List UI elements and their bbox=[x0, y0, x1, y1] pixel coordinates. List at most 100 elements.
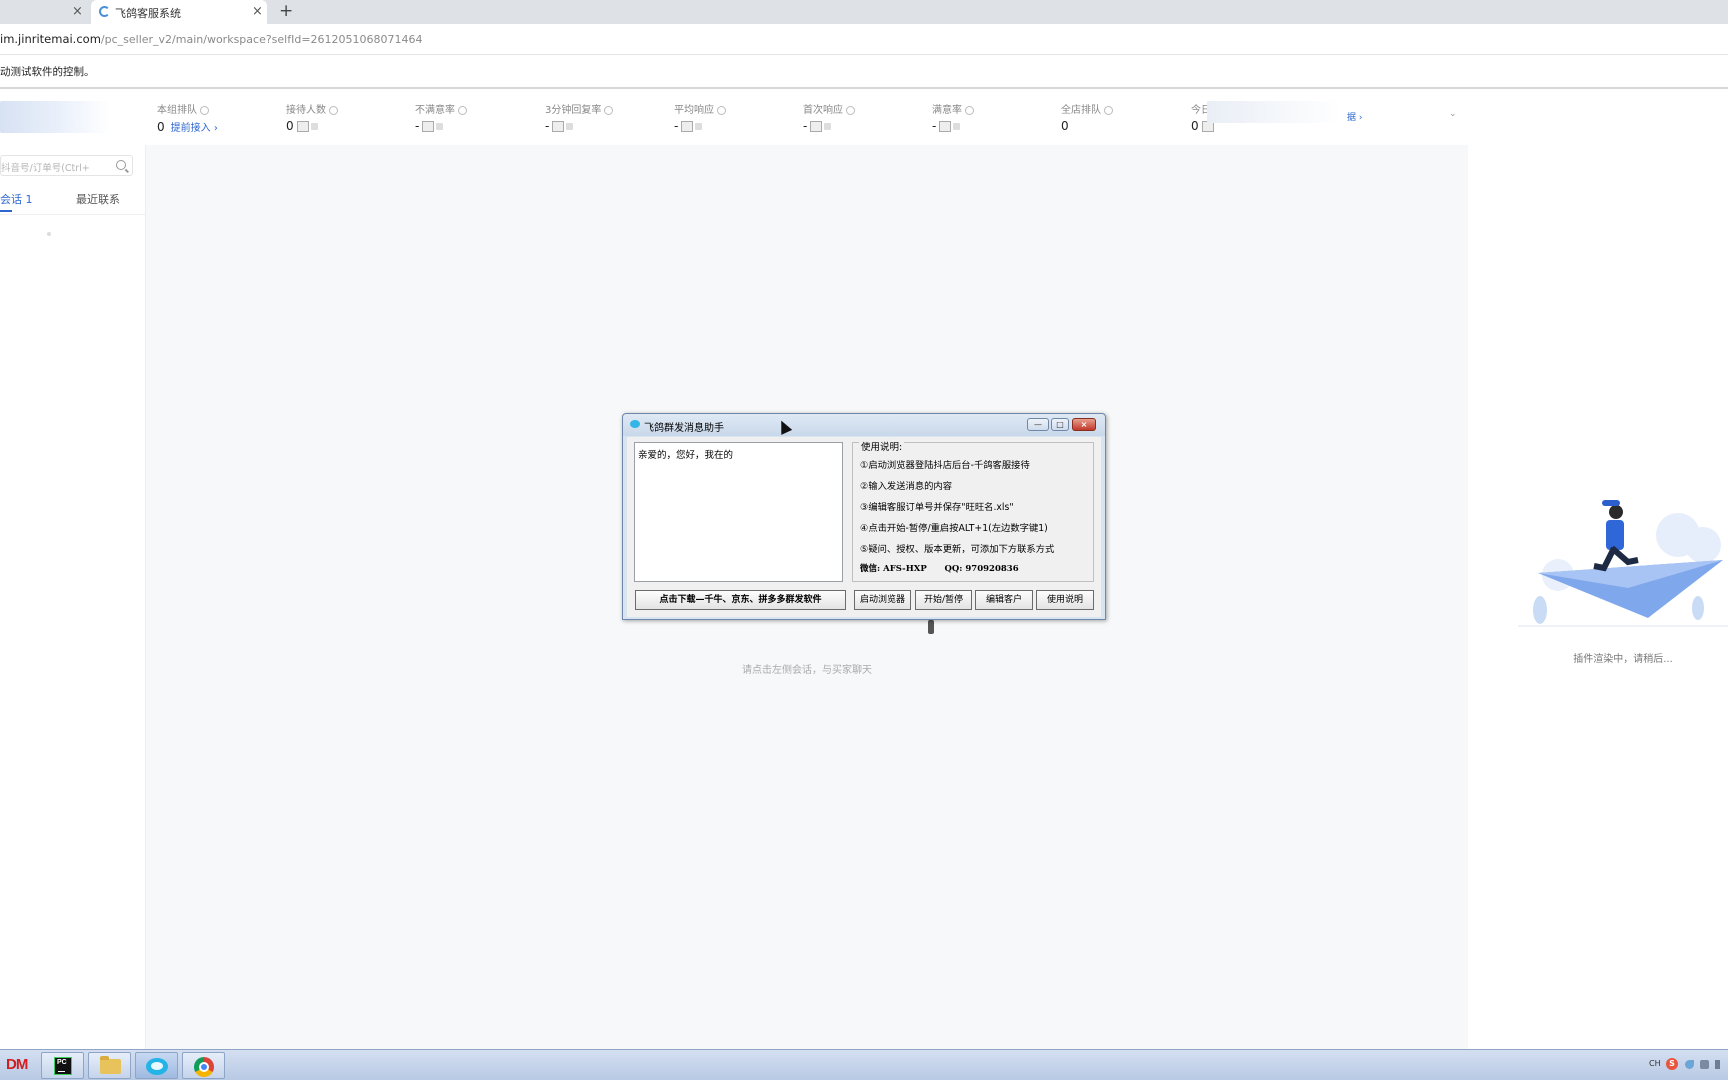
browser-tab-active[interactable]: 飞鸽客服系统 × bbox=[91, 0, 267, 24]
stat-value: 0 bbox=[157, 120, 165, 134]
minimize-button[interactable]: — bbox=[1027, 418, 1049, 431]
compare-icon bbox=[810, 121, 823, 132]
search-input[interactable]: 抖音号/订单号(Ctrl+ bbox=[0, 155, 133, 176]
stat-value: 0 bbox=[1061, 119, 1069, 133]
trend-icon bbox=[953, 123, 961, 130]
stat-value: 0 bbox=[1191, 119, 1199, 133]
stat-dissatisfaction: 不满意率 - bbox=[415, 101, 467, 133]
trend-icon bbox=[310, 123, 318, 130]
maximize-button[interactable]: □ bbox=[1051, 418, 1069, 431]
trend-icon bbox=[695, 123, 703, 130]
stat-3min-reply: 3分钟回复率 - bbox=[545, 101, 614, 133]
telescope-illustration bbox=[1518, 500, 1728, 627]
start-pause-button[interactable]: 开始/暂停 bbox=[915, 590, 972, 610]
compare-icon bbox=[552, 121, 565, 132]
stat-label: 本组排队 bbox=[157, 105, 197, 116]
info-icon[interactable] bbox=[329, 105, 338, 115]
dialog-body: 亲爱的，您好，我在的 使用说明: ①启动浏览器登陆抖店后台-千鸽客服接待 ②输入… bbox=[627, 437, 1101, 617]
stat-first-response: 首次响应 - bbox=[803, 101, 855, 133]
info-icon[interactable] bbox=[604, 105, 614, 115]
instructions-title: 使用说明: bbox=[859, 439, 905, 453]
instruction-line: ③编辑客服订单号并保存"旺旺名.xls" bbox=[860, 502, 1014, 513]
stat-value: - bbox=[674, 119, 679, 133]
volume-icon[interactable] bbox=[1715, 1060, 1720, 1069]
instructions-group: 使用说明: ①启动浏览器登陆抖店后台-千鸽客服接待 ②输入发送消息的内容 ③编辑… bbox=[852, 439, 1094, 582]
session-sidebar: 抖音号/订单号(Ctrl+ 会话 1 最近联系 bbox=[0, 89, 146, 1049]
active-tab-underline bbox=[0, 210, 12, 212]
stat-value: - bbox=[803, 119, 808, 133]
today-data-blurred bbox=[1207, 101, 1357, 123]
info-icon[interactable] bbox=[965, 105, 974, 115]
usage-button[interactable]: 使用说明 bbox=[1036, 590, 1094, 610]
compare-icon bbox=[422, 121, 435, 132]
dialog-title-bar[interactable]: 飞鸽群发消息助手 — □ × bbox=[623, 414, 1105, 436]
tab-title: 飞鸽客服系统 bbox=[115, 7, 181, 20]
stat-value: 0 bbox=[286, 119, 294, 133]
edit-customers-button[interactable]: 编辑客户 bbox=[975, 590, 1033, 610]
early-access-link[interactable]: 提前接入 › bbox=[171, 123, 218, 134]
sogou-ime-icon[interactable]: S bbox=[1666, 1058, 1678, 1070]
empty-chat-hint: 请点击左侧会话，与买家聊天 bbox=[742, 665, 872, 676]
chat-app-icon bbox=[146, 1058, 168, 1075]
taskbar-chrome[interactable] bbox=[182, 1052, 225, 1079]
start-browser-button[interactable]: 启动浏览器 bbox=[854, 590, 911, 610]
instruction-line: ⑤疑问、授权、版本更新，可添加下方联系方式 bbox=[860, 544, 1055, 555]
today-data-link[interactable]: 据 › bbox=[1347, 110, 1362, 123]
automation-infobar: 动测试软件的控制。 bbox=[0, 55, 1728, 89]
browser-tab-inactive[interactable]: × bbox=[0, 0, 88, 24]
chevron-down-icon[interactable]: ⌄ bbox=[1449, 109, 1457, 119]
new-tab-button[interactable]: + bbox=[279, 1, 293, 21]
pycharm-icon: PC bbox=[54, 1057, 72, 1075]
taskbar-pycharm[interactable]: PC bbox=[41, 1052, 84, 1079]
tray-app-icon[interactable] bbox=[1685, 1060, 1694, 1069]
infobar-text: 动测试软件的控制。 bbox=[0, 66, 95, 78]
stat-label: 满意率 bbox=[932, 105, 962, 116]
info-icon[interactable] bbox=[846, 105, 855, 115]
folder-icon bbox=[100, 1056, 121, 1074]
compare-icon bbox=[296, 121, 309, 132]
plugin-loading-hint: 插件渲染中，请稍后... bbox=[1573, 654, 1673, 665]
dm-logo[interactable]: DM bbox=[6, 1056, 28, 1073]
search-icon[interactable] bbox=[116, 160, 126, 170]
taskbar-chat-app[interactable] bbox=[135, 1052, 178, 1079]
tab-close-icon[interactable]: × bbox=[252, 4, 263, 19]
trend-icon bbox=[436, 123, 444, 130]
info-icon[interactable] bbox=[200, 105, 209, 115]
compare-icon bbox=[939, 121, 952, 132]
url-host: im.jinritemai.com bbox=[0, 32, 101, 46]
compare-icon bbox=[681, 121, 694, 132]
network-icon[interactable] bbox=[1700, 1060, 1709, 1069]
info-icon[interactable] bbox=[717, 105, 726, 115]
stat-avg-response: 平均响应 - bbox=[674, 101, 726, 133]
url-text[interactable]: im.jinritemai.com/pc_seller_v2/main/work… bbox=[0, 32, 423, 46]
stat-value: - bbox=[932, 119, 937, 133]
close-button[interactable]: × bbox=[1072, 418, 1096, 431]
stat-satisfaction: 满意率 - bbox=[932, 101, 974, 133]
url-path: /pc_seller_v2/main/workspace?selfId=2612… bbox=[100, 33, 423, 46]
address-bar[interactable]: im.jinritemai.com/pc_seller_v2/main/work… bbox=[0, 24, 1728, 55]
tab-close-icon[interactable]: × bbox=[72, 4, 83, 19]
empty-state-illustration bbox=[928, 620, 934, 634]
stat-received: 接待人数 0 bbox=[286, 101, 338, 133]
message-text: 亲爱的，您好，我在的 bbox=[638, 450, 734, 461]
taskbar-file-explorer[interactable] bbox=[88, 1052, 131, 1079]
message-textarea[interactable]: 亲爱的，您好，我在的 bbox=[634, 442, 843, 582]
input-language[interactable]: CH bbox=[1649, 1059, 1661, 1068]
instruction-line: ②输入发送消息的内容 bbox=[860, 481, 953, 492]
tab-sessions[interactable]: 会话 1 bbox=[0, 191, 33, 207]
stat-shop-queue: 全店排队 0 bbox=[1061, 101, 1113, 133]
chat-app-icon bbox=[630, 420, 640, 428]
stat-value: - bbox=[415, 119, 420, 133]
chrome-icon bbox=[194, 1057, 214, 1077]
browser-tab-bar: × 飞鸽客服系统 × + bbox=[0, 0, 1728, 24]
stat-label: 首次响应 bbox=[803, 105, 843, 116]
download-software-button[interactable]: 点击下载—千牛、京东、拼多多群发软件 bbox=[635, 590, 846, 610]
search-placeholder: 抖音号/订单号(Ctrl+ bbox=[1, 163, 90, 174]
info-icon[interactable] bbox=[1104, 105, 1113, 115]
dialog-title: 飞鸽群发消息助手 bbox=[644, 423, 724, 434]
trend-icon bbox=[566, 123, 574, 130]
info-icon[interactable] bbox=[458, 105, 467, 115]
feige-favicon-icon bbox=[99, 6, 110, 17]
stat-label: 全店排队 bbox=[1061, 105, 1101, 116]
tab-recent-contacts[interactable]: 最近联系 bbox=[76, 191, 120, 207]
